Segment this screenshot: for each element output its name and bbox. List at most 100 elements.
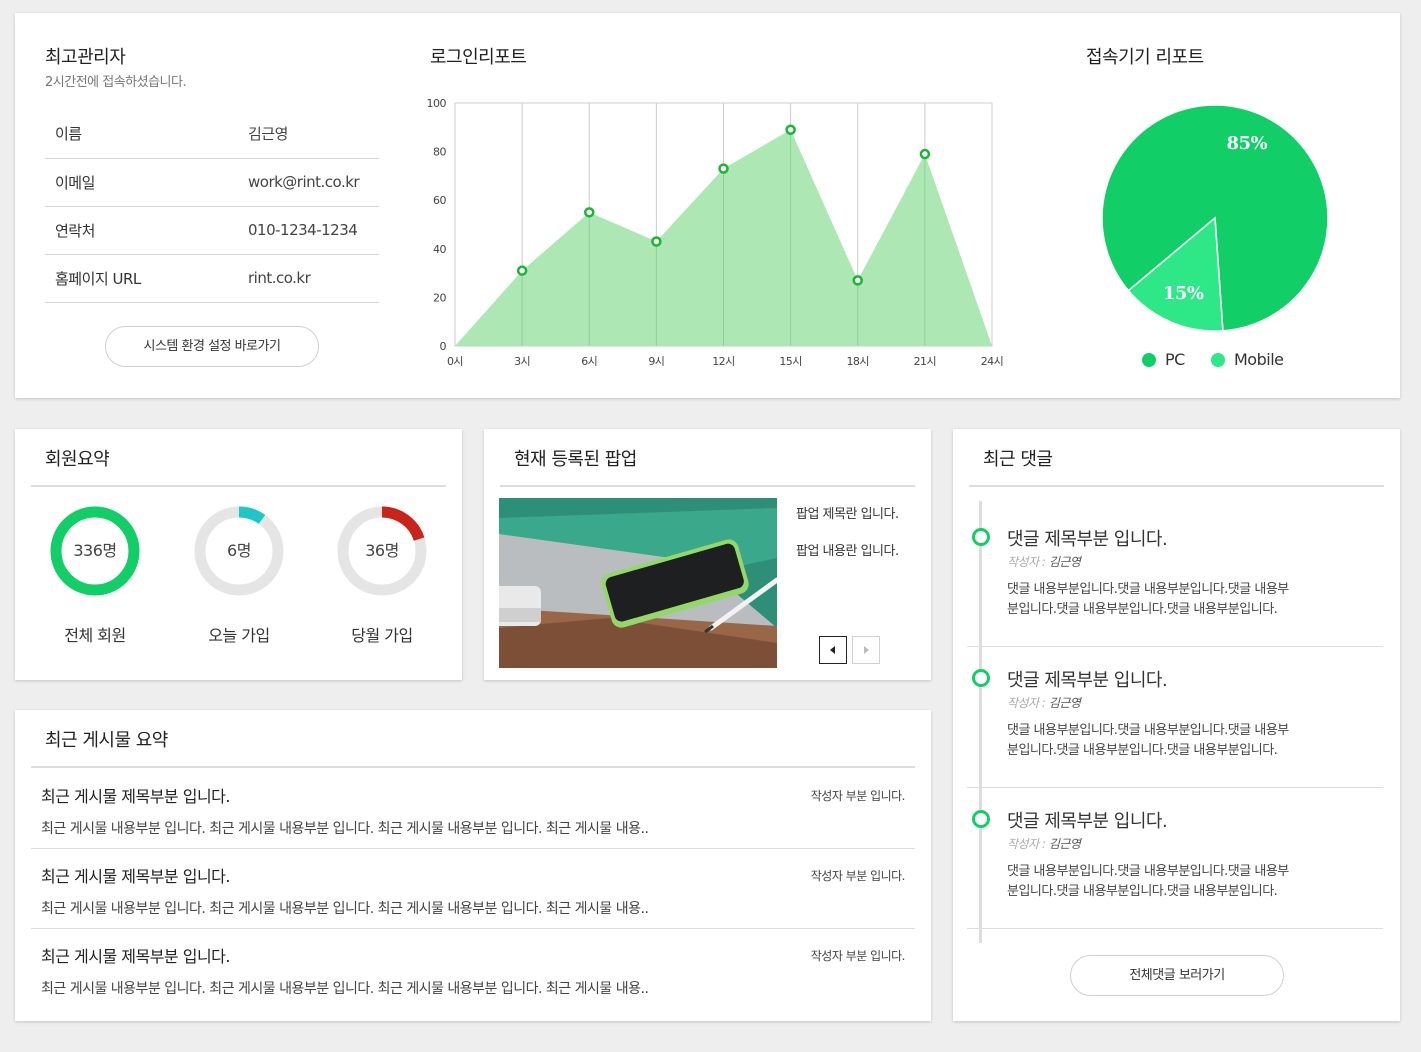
x-tick-label: 18시 xyxy=(846,355,869,368)
info-key: 홈페이지 URL xyxy=(45,254,248,303)
post-title[interactable]: 최근 게시물 제목부분 입니다. xyxy=(41,943,230,967)
data-point xyxy=(919,148,931,160)
y-tick-label: 0 xyxy=(440,340,447,353)
data-point xyxy=(718,163,729,174)
table-row: 홈페이지 URL rint.co.kr xyxy=(45,254,379,303)
recent-posts-card: 최근 게시물 요약 최근 게시물 제목부분 입니다. 작성자 부분 입니다. 최… xyxy=(15,710,931,1021)
device-report-title: 접속기기 리포트 xyxy=(1086,47,1204,68)
caret-left-icon xyxy=(830,646,835,654)
comment-title[interactable]: 댓글 제목부분 입니다. xyxy=(1007,525,1168,551)
caret-right-icon xyxy=(864,646,869,654)
donut-today-members: 6명 xyxy=(194,506,284,596)
info-value: rint.co.kr xyxy=(248,254,379,303)
info-key: 이메일 xyxy=(45,158,248,207)
x-tick-label: 9시 xyxy=(648,355,664,368)
comment-author-label: 작성자 : xyxy=(1007,837,1046,851)
popup-card: 현재 등록된 팝업 팝업 제목란 입니다. 팝업 내용란 입니다. xyxy=(484,429,931,680)
timeline-dot-icon xyxy=(972,528,990,546)
divider xyxy=(500,485,915,487)
legend-item-mobile: Mobile xyxy=(1211,350,1284,369)
legend-dot-icon xyxy=(1211,352,1225,367)
comment-title[interactable]: 댓글 제목부분 입니다. xyxy=(1007,807,1168,833)
post-item[interactable]: 최근 게시물 제목부분 입니다. 작성자 부분 입니다. 최근 게시물 내용부분… xyxy=(31,928,915,1009)
donut-month-members: 36명 xyxy=(337,506,427,596)
comment-body: 댓글 내용부분입니다.댓글 내용부분입니다.댓글 내용부분입니다.댓글 내용부분… xyxy=(1007,723,1289,758)
comment-author-name: 김근영 xyxy=(1048,555,1081,569)
divider xyxy=(31,485,446,487)
timeline-dot-icon xyxy=(972,669,990,687)
info-key: 이름 xyxy=(45,110,248,159)
login-report-chart: 0 20 40 60 80 100 0시 3시 6시 9시 12시 15시 18시 21시 24시 xyxy=(427,97,1004,368)
comment-author-name: 김근영 xyxy=(1048,696,1081,710)
legend-label: Mobile xyxy=(1234,350,1284,369)
donut-total-members: 336명 xyxy=(50,506,140,596)
login-report-title: 로그인리포트 xyxy=(430,47,527,68)
popup-image[interactable] xyxy=(499,498,777,668)
comment-author: 작성자 : 김근영 xyxy=(1007,835,1081,852)
data-point xyxy=(651,236,662,247)
table-row: 이메일 work@rint.co.kr xyxy=(45,158,379,207)
x-tick-label: 24시 xyxy=(981,355,1004,368)
comment-author-name: 김근영 xyxy=(1048,837,1081,851)
post-title[interactable]: 최근 게시물 제목부분 입니다. xyxy=(41,783,230,807)
popup-section-title: 현재 등록된 팝업 xyxy=(514,449,637,470)
data-point xyxy=(584,207,595,218)
post-excerpt: 최근 게시물 내용부분 입니다. 최근 게시물 내용부분 입니다. 최근 게시물… xyxy=(41,901,649,917)
comment-body: 댓글 내용부분입니다.댓글 내용부분입니다.댓글 내용부분입니다.댓글 내용부분… xyxy=(1007,582,1289,617)
comment-author: 작성자 : 김근영 xyxy=(1007,553,1081,570)
info-value: 010-1234-1234 xyxy=(248,206,379,255)
pie-value-label: 15% xyxy=(1163,283,1204,304)
post-item[interactable]: 최근 게시물 제목부분 입니다. 작성자 부분 입니다. 최근 게시물 내용부분… xyxy=(31,848,915,929)
pie-value-label: 85% xyxy=(1226,133,1267,154)
system-settings-button[interactable]: 시스템 환경 설정 바로가기 xyxy=(105,326,319,367)
donut-label: 당월 가입 xyxy=(351,626,413,645)
donut-label: 오늘 가입 xyxy=(208,626,270,645)
y-tick-label: 20 xyxy=(433,291,446,304)
popup-prev-button[interactable] xyxy=(819,636,847,664)
comment-item[interactable]: 댓글 제목부분 입니다. 작성자 : 김근영 댓글 내용부분입니다.댓글 내용부… xyxy=(967,647,1383,788)
popup-next-button[interactable] xyxy=(852,636,880,664)
x-tick-label: 3시 xyxy=(514,355,530,368)
post-excerpt: 최근 게시물 내용부분 입니다. 최근 게시물 내용부분 입니다. 최근 게시물… xyxy=(41,821,649,837)
legend-item-pc: PC xyxy=(1142,350,1185,369)
recent-comments-title: 최근 댓글 xyxy=(983,449,1053,470)
data-point xyxy=(785,124,796,135)
data-point xyxy=(852,275,863,286)
comment-item[interactable]: 댓글 제목부분 입니다. 작성자 : 김근영 댓글 내용부분입니다.댓글 내용부… xyxy=(967,506,1383,647)
comment-body: 댓글 내용부분입니다.댓글 내용부분입니다.댓글 내용부분입니다.댓글 내용부분… xyxy=(1007,864,1289,899)
view-all-comments-button[interactable]: 전체댓글 보러가기 xyxy=(1070,955,1284,996)
admin-title: 최고관리자 xyxy=(45,47,126,68)
donut-value: 36명 xyxy=(365,541,399,560)
post-author: 작성자 부분 입니다. xyxy=(810,949,906,963)
post-author: 작성자 부분 입니다. xyxy=(810,869,906,883)
donut-value: 6명 xyxy=(227,541,251,560)
x-tick-label: 21시 xyxy=(914,355,937,368)
comment-title[interactable]: 댓글 제목부분 입니다. xyxy=(1007,666,1168,692)
post-excerpt: 최근 게시물 내용부분 입니다. 최근 게시물 내용부분 입니다. 최근 게시물… xyxy=(41,981,649,997)
y-tick-label: 80 xyxy=(433,146,446,159)
y-tick-label: 100 xyxy=(427,97,447,110)
info-key: 연락처 xyxy=(45,206,248,255)
post-item[interactable]: 최근 게시물 제목부분 입니다. 작성자 부분 입니다. 최근 게시물 내용부분… xyxy=(31,768,915,849)
timeline-dot-icon xyxy=(972,810,990,828)
legend-label: PC xyxy=(1165,350,1185,369)
comment-author-label: 작성자 : xyxy=(1007,696,1046,710)
y-tick-label: 40 xyxy=(433,243,446,256)
x-tick-label: 6시 xyxy=(581,355,597,368)
donut-label: 전체 회원 xyxy=(64,626,126,645)
popup-subject: 팝업 제목란 입니다. xyxy=(796,507,899,522)
legend-dot-icon xyxy=(1142,352,1156,367)
recent-comments-card: 최근 댓글 댓글 제목부분 입니다. 작성자 : 김근영 댓글 내용부분입니다.… xyxy=(953,429,1400,1021)
x-tick-label: 0시 xyxy=(447,355,463,368)
post-title[interactable]: 최근 게시물 제목부분 입니다. xyxy=(41,863,230,887)
dashboard-top-card: 최고관리자 2시간전에 접속하셨습니다. 이름 김근영 이메일 work@rin… xyxy=(15,13,1400,398)
member-summary-card: 회원요약 336명 전체 회원 6명 오늘 가입 36명 당월 가입 xyxy=(15,429,462,680)
post-author: 작성자 부분 입니다. xyxy=(810,789,906,803)
comment-author-label: 작성자 : xyxy=(1007,555,1046,569)
member-summary-title: 회원요약 xyxy=(45,449,110,470)
x-tick-label: 15시 xyxy=(779,355,802,368)
admin-last-login: 2시간전에 접속하셨습니다. xyxy=(45,75,187,90)
y-tick-label: 60 xyxy=(433,194,446,207)
popup-content: 팝업 내용란 입니다. xyxy=(796,544,899,559)
comment-item[interactable]: 댓글 제목부분 입니다. 작성자 : 김근영 댓글 내용부분입니다.댓글 내용부… xyxy=(967,788,1383,929)
